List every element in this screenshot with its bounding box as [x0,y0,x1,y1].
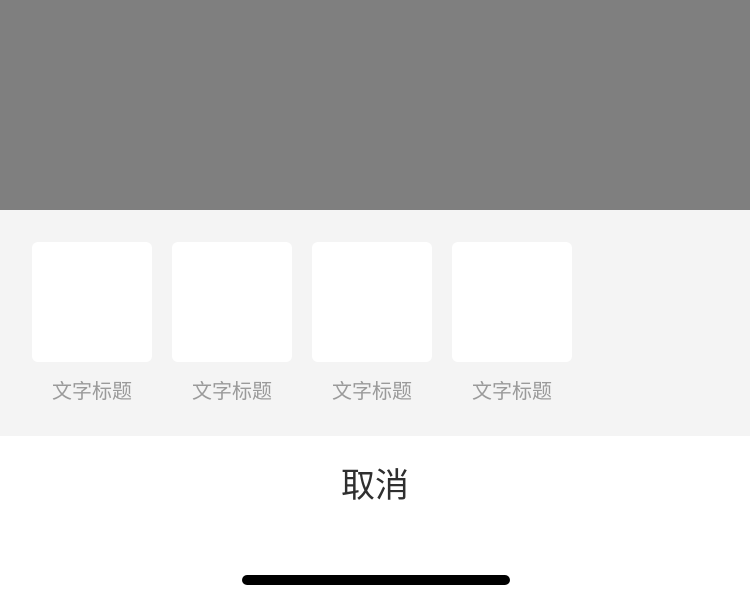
share-option-2[interactable]: 文字标题 [172,242,292,422]
dim-overlay[interactable] [0,0,750,210]
home-indicator [242,575,510,585]
action-sheet: 文字标题 文字标题 文字标题 文字标题 取消 [0,210,750,603]
share-option-3[interactable]: 文字标题 [312,242,432,422]
share-option-4[interactable]: 文字标题 [452,242,572,422]
share-option-label: 文字标题 [472,379,552,403]
share-options-panel: 文字标题 文字标题 文字标题 文字标题 [0,210,750,436]
share-option-icon-tile [312,242,432,362]
share-option-icon-tile [32,242,152,362]
share-option-label: 文字标题 [52,379,132,403]
share-option-icon-tile [452,242,572,362]
share-option-icon-tile [172,242,292,362]
share-option-1[interactable]: 文字标题 [32,242,152,422]
share-option-label: 文字标题 [332,379,412,403]
share-option-label: 文字标题 [192,379,272,403]
cancel-button[interactable]: 取消 [0,436,750,536]
